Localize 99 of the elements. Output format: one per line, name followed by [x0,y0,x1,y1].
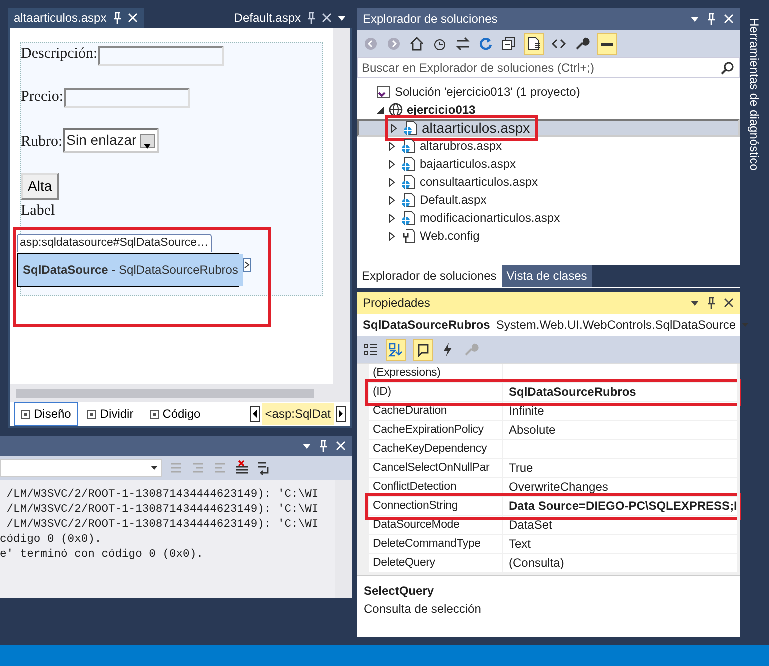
field-label: Rubro: [21,132,63,152]
search-box[interactable]: Buscar en Explorador de soluciones (Ctrl+;) [357,57,740,78]
label-text: Label [21,202,56,221]
document-tab[interactable]: Default.aspx [228,8,352,28]
dropdown-icon [742,323,750,327]
property-name: CancelSelectOnNullPar [369,459,503,477]
tree-item[interactable]: bajaarticulos.aspx [387,155,520,173]
property-row[interactable]: CacheKeyDependency [369,440,738,459]
alta-button[interactable]: Alta [21,173,60,200]
web-page-icon [403,120,418,136]
pane-tab[interactable]: Vista de clases [502,265,592,287]
wrench-icon[interactable] [574,36,590,52]
output-line: /LM/W3SVC/2/ROOT-1-130871434444623149): 'C:\WI [6,518,320,533]
tree-item[interactable]: Solución 'ejercicio013' (1 proyecto) [363,83,584,101]
object-selector[interactable]: SqlDataSourceRubros System.Web.UI.WebControls.SqlDataSource [357,314,740,336]
view-tab[interactable]: Diseño [14,402,78,426]
property-value: True [508,460,534,477]
side-tab[interactable]: Herramientas de diagnóstico [746,18,764,645]
web-page-icon [401,156,416,172]
scroll-left-icon[interactable] [250,406,260,422]
properties-icon[interactable] [415,342,431,358]
property-value: SqlDataSourceRubros [508,384,638,401]
field-label: Descripción: [21,45,98,64]
dropdown-icon[interactable] [691,300,699,306]
clear-all-icon[interactable] [234,460,250,476]
property-value: Infinite [508,403,546,420]
dropdown-field[interactable]: Sin enlazar [62,128,159,153]
search-icon[interactable] [721,60,735,74]
output-line: e' terminó con código 0 (0x0). [0,548,204,563]
search-field[interactable]: Buscar en Explorador de soluciones (Ctrl+;) [362,58,721,76]
web-page-icon [401,174,416,190]
tree-item[interactable]: modificacionarticulos.aspx [387,209,564,227]
text-field[interactable] [64,88,190,108]
web-page-icon [401,192,416,208]
property-row[interactable]: DeleteQuery (Consulta) [369,554,738,573]
close-icon[interactable] [724,298,734,308]
tree-item[interactable]: Web.config [387,227,484,245]
field-label: Precio: [21,88,64,106]
property-name: (ID) [369,383,503,401]
view-icon [150,410,159,418]
smart-tag-button[interactable] [243,258,252,272]
pin-icon[interactable] [707,297,716,309]
pane-tab[interactable]: Explorador de soluciones [357,265,502,287]
text-field[interactable] [98,46,224,66]
property-name: DeleteQuery [369,554,503,572]
pane-title: Propiedades [363,295,432,312]
tree-item[interactable]: consultaarticulos.aspx [387,173,542,191]
scroll-right-icon[interactable] [336,406,346,422]
config-file-icon [401,228,416,244]
scrollbar[interactable] [737,364,740,575]
view-icon [87,410,96,418]
tree-item[interactable]: altarubros.aspx [387,137,506,155]
description-text: Consulta de selección [364,601,482,618]
property-row[interactable]: CacheExpirationPolicy Absolute [369,421,738,440]
chevron-icon [244,261,250,269]
sort-alphabetical-icon[interactable] [388,342,404,358]
dropdown-icon[interactable] [303,444,311,448]
output-line: /LM/W3SVC/2/ROOT-1-130871434444623149): 'C:\WI [6,488,320,503]
web-page-icon [401,138,416,154]
refresh-icon[interactable] [478,36,494,52]
property-name: ConnectionString [369,497,503,515]
property-name: CacheDuration [369,402,503,420]
home-icon[interactable] [409,36,425,52]
breadcrumb-item[interactable]: <asp:SqlDat [262,403,334,425]
control-tag: asp:sqldatasource#SqlDataSource… [17,234,212,252]
property-row[interactable]: DeleteCommandType Text [369,535,738,554]
globe-icon [389,103,403,117]
web-page-icon [401,210,416,226]
property-name: DeleteCommandType [369,535,503,553]
view-tab[interactable]: Código [142,402,208,426]
scrollbar[interactable] [333,28,350,384]
expanded-arrow-icon[interactable] [376,106,384,114]
property-value: OverwriteChanges [508,479,610,496]
output-line: /LM/W3SVC/2/ROOT-1-130871434444623149): 'C:\WI [6,503,320,518]
property-name: DataSourceMode [369,516,503,534]
property-name: CacheKeyDependency [369,440,503,458]
output-line: código 0 (0x0). [0,533,103,548]
property-value: DataSet [508,517,554,534]
dropdown-icon[interactable] [338,16,346,20]
solution-icon [377,85,391,99]
sync-icon[interactable] [455,36,471,52]
property-value: Data Source=DIEGO-PC\SQLEXPRESS;I [508,498,738,515]
pane-title: Explorador de soluciones [363,11,499,28]
collapse-icon[interactable] [501,36,517,52]
categorized-icon[interactable] [363,342,379,358]
scrollbar[interactable] [10,384,350,402]
description-title: SelectQuery [364,583,436,600]
view-icon [21,410,30,418]
property-value: (Consulta) [508,555,566,572]
property-value: Absolute [508,422,557,439]
dropdown-icon [151,466,158,470]
property-row[interactable]: CancelSelectOnNullPar True [369,459,738,478]
property-name: CacheExpirationPolicy [369,421,503,439]
tree-item[interactable]: ejercicio013 [375,101,480,119]
view-tab[interactable]: Dividir [80,402,141,426]
scrollbar[interactable] [335,480,352,598]
tree-item[interactable]: Default.aspx [387,191,491,209]
control-info: SqlDataSource - SqlDataSourceRubros [18,254,244,286]
property-value: Text [508,536,532,553]
